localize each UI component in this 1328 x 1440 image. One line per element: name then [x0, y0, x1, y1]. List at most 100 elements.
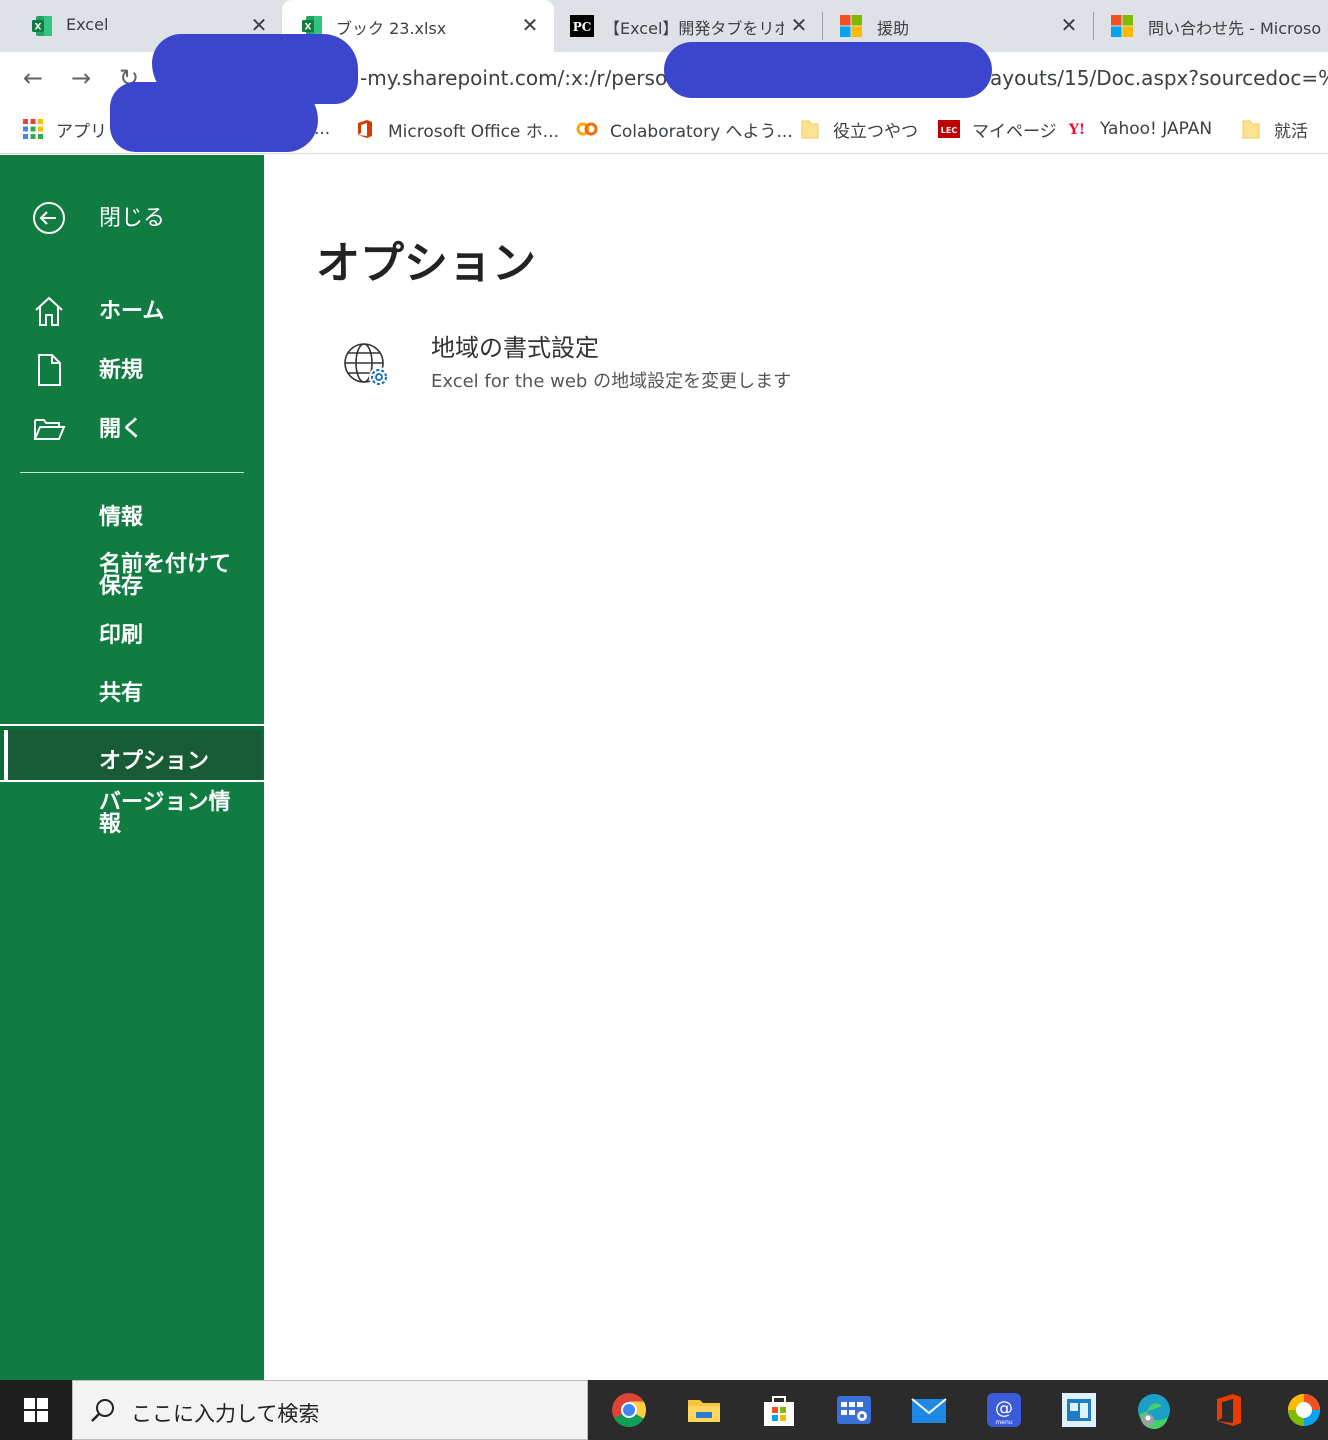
bookmark-folder-useful[interactable]: 役立つやつ — [799, 116, 918, 142]
sidebar-item-label: 報 — [99, 812, 122, 837]
start-button[interactable] — [0, 1380, 72, 1440]
bookmark-label: 就活 — [1274, 121, 1308, 142]
window-app-icon[interactable] — [1059, 1390, 1099, 1430]
url-tail: ayouts/15/Doc.aspx?sourcedoc=%7B7 — [990, 66, 1328, 90]
microsoft-icon — [1111, 15, 1133, 37]
bookmark-apps[interactable]: アプリ — [22, 116, 107, 142]
globe-settings-icon[interactable] — [342, 341, 394, 389]
svg-text:@: @ — [995, 1398, 1013, 1419]
page-title: オプション — [316, 238, 536, 289]
back-circle-icon — [33, 202, 65, 234]
bookmark-colab[interactable]: Colaboratory へよう... — [576, 116, 793, 142]
sidebar-item-new[interactable]: 新規 — [0, 351, 264, 391]
redaction-mark — [664, 42, 992, 98]
pc-site-icon: PC — [570, 15, 594, 37]
bookmarks-bar: アプリ ... Microsoft Office ホ... Colaborato… — [0, 82, 1328, 154]
forward-icon[interactable]: → — [65, 62, 97, 94]
screen: X Excel ✕ X ブック 23.xlsx ✕ PC 【Excel】開発タブ… — [0, 0, 1328, 1440]
mail-icon[interactable] — [909, 1390, 949, 1430]
bookmark-folder-job[interactable]: 就活 — [1240, 116, 1308, 142]
new-document-icon — [38, 354, 61, 386]
taskbar-search[interactable]: ここに入力して検索 — [72, 1380, 588, 1440]
sidebar-item-label: 共有 — [99, 681, 144, 706]
sidebar-item-label: 印刷 — [99, 623, 144, 648]
bookmark-label: ... — [314, 119, 331, 139]
bookmark-redacted[interactable]: ... — [314, 116, 330, 142]
sidebar-item-label: 閉じる — [99, 206, 166, 231]
sidebar-item-label: 情報 — [99, 505, 144, 530]
colorful-app-icon[interactable] — [1284, 1390, 1324, 1430]
edge-icon[interactable] — [1134, 1390, 1174, 1430]
sidebar-item-label: ホーム — [99, 299, 165, 324]
search-placeholder: ここに入力して検索 — [131, 1402, 320, 1426]
sidebar-item-print[interactable]: 印刷 — [0, 619, 264, 655]
bookmark-label: マイページ — [972, 121, 1057, 142]
windows-taskbar: ここに入力して検索 @ menu — [0, 1380, 1328, 1440]
svg-text:X: X — [35, 23, 42, 33]
sidebar-divider — [20, 472, 244, 473]
sidebar-item-label: 新規 — [99, 358, 144, 383]
windows-icon — [24, 1398, 48, 1422]
tab-contact[interactable]: 問い合わせ先 - Microso — [1094, 0, 1328, 52]
sidebar-item-label: オプション — [99, 749, 210, 774]
microsoft-icon — [840, 15, 862, 37]
file-explorer-icon[interactable] — [684, 1390, 724, 1430]
tab-close-icon[interactable]: ✕ — [786, 12, 812, 38]
control-panel-icon[interactable] — [834, 1390, 874, 1430]
sidebar-item-label: 開く — [99, 417, 144, 442]
tab-title: 問い合わせ先 - Microso — [1148, 19, 1322, 38]
options-panel: オプション 地域の書式設定 Excel for the web の地域設定を変更… — [264, 155, 1328, 1380]
apps-grid-icon — [23, 119, 43, 139]
svg-text:Y!: Y! — [1068, 122, 1085, 138]
office-icon — [358, 120, 372, 138]
tab-title: ブック 23.xlsx — [336, 19, 447, 38]
regional-format-description: Excel for the web の地域設定を変更します — [431, 371, 792, 392]
address-bar[interactable]: -my.sharepoint.com/:x:/r/persona — [360, 66, 692, 90]
bookmark-label: Colaboratory へよう... — [610, 121, 793, 142]
home-icon — [35, 296, 63, 326]
svg-text:PC: PC — [573, 20, 592, 34]
sidebar-item-home[interactable]: ホーム — [0, 292, 264, 332]
svg-text:X: X — [305, 23, 312, 33]
svg-text:menu: menu — [995, 1419, 1012, 1426]
svg-text:LEC: LEC — [941, 126, 958, 135]
sidebar-item-share[interactable]: 共有 — [0, 677, 264, 713]
at-menu-icon[interactable]: @ menu — [984, 1390, 1024, 1430]
bookmark-yahoo[interactable]: Y! Yahoo! JAPAN — [1066, 116, 1212, 142]
backstage-sidebar: 閉じる ホーム 新規 開く 情報 名前を付けて 保存 印刷 共有 オプション バ… — [0, 155, 264, 1380]
store-icon[interactable] — [759, 1390, 799, 1430]
regional-format-title[interactable]: 地域の書式設定 — [431, 328, 599, 363]
lec-icon: LEC — [938, 120, 960, 138]
redaction-mark — [110, 82, 318, 152]
sidebar-item-save-as[interactable]: 名前を付けて 保存 — [0, 551, 264, 601]
excel-icon: X — [32, 16, 52, 36]
bookmark-mypage[interactable]: LEC マイページ — [938, 116, 1057, 142]
open-folder-icon — [34, 419, 66, 440]
bookmark-office[interactable]: Microsoft Office ホ... — [354, 116, 559, 142]
folder-icon — [801, 120, 819, 139]
sidebar-item-version[interactable]: バージョン情 報 — [0, 789, 264, 839]
selection-indicator: オプション — [4, 730, 261, 780]
tab-title: 【Excel】開発タブをリボン — [604, 19, 784, 38]
bookmark-label: 役立つやつ — [833, 121, 918, 142]
sidebar-item-label: 保存 — [99, 574, 144, 599]
folder-icon — [1242, 120, 1260, 139]
tab-title: Excel — [66, 15, 109, 34]
bookmark-label: Microsoft Office ホ... — [388, 121, 560, 142]
tab-close-icon[interactable]: ✕ — [1056, 12, 1082, 38]
search-icon — [91, 1399, 114, 1422]
sidebar-item-options[interactable]: オプション — [0, 724, 264, 782]
office-app-icon[interactable] — [1209, 1390, 1249, 1430]
sidebar-item-open[interactable]: 開く — [0, 410, 264, 450]
url-text: -my.sharepoint.com/:x:/r/persona — [360, 66, 693, 90]
back-icon[interactable]: ← — [17, 62, 49, 94]
yahoo-icon: Y! — [1068, 122, 1085, 138]
colab-icon — [576, 122, 598, 136]
bookmark-label: Yahoo! JAPAN — [1100, 119, 1213, 139]
bookmark-label: アプリ — [56, 121, 107, 142]
close-button[interactable]: 閉じる — [0, 199, 264, 239]
tab-close-icon[interactable]: ✕ — [517, 12, 543, 38]
chrome-icon[interactable] — [609, 1390, 649, 1430]
tab-title: 援助 — [877, 19, 910, 38]
sidebar-item-info[interactable]: 情報 — [0, 501, 264, 537]
